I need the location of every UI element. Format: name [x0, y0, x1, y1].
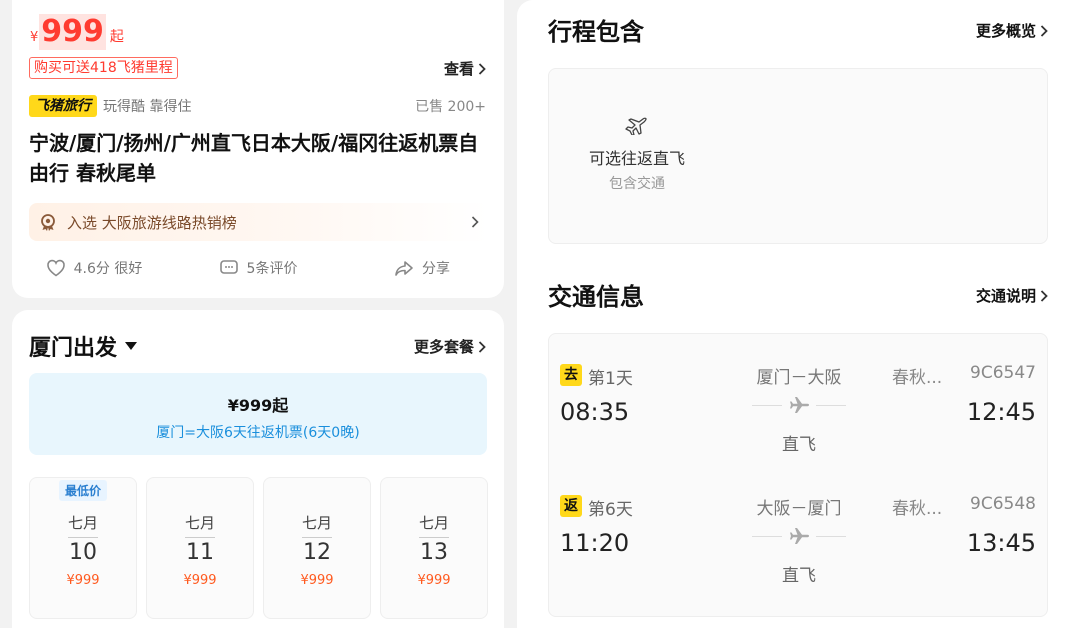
sold-count: 已售 200+ — [415, 99, 486, 115]
date-option[interactable]: 最低价 七月 10 ¥999 — [29, 477, 137, 619]
selected-package[interactable]: ¥999起 厦门=大阪6天往返机票(6天0晚) — [29, 373, 487, 455]
chevron-right-icon — [478, 340, 486, 353]
airline-name: 春秋... — [892, 368, 943, 388]
segment-badge: 去 — [560, 364, 582, 386]
segment-day: 第1天 — [588, 369, 633, 389]
flight-type: 直飞 — [782, 566, 816, 586]
flight-type: 直飞 — [782, 435, 816, 455]
reviews-label: 5条评价 — [246, 261, 298, 277]
view-link[interactable]: 查看 — [444, 58, 486, 79]
brand-slogan: 玩得酷 靠得住 — [103, 99, 192, 115]
includes-item[interactable]: 可选往返直飞 包含交通 — [577, 115, 697, 193]
flight-route: 厦门－大阪 — [756, 368, 842, 388]
brand-row: 飞猪旅行 玩得酷 靠得住 已售 200+ — [29, 95, 486, 117]
more-packages-label: 更多套餐 — [413, 338, 474, 356]
price-amount: 999 — [39, 14, 106, 50]
itinerary-title: 行程包含 — [548, 18, 644, 46]
mileage-promo-tag: 购买可送418飞猪里程 — [29, 57, 178, 79]
segment-day: 第6天 — [588, 500, 633, 520]
date-month: 七月 — [184, 514, 215, 532]
includes-item-subtitle: 包含交通 — [609, 176, 665, 192]
plane-icon — [788, 396, 810, 414]
transport-info-link[interactable]: 交通说明 — [976, 285, 1048, 306]
brand-logo: 飞猪旅行 — [29, 95, 97, 117]
details-panel: 行程包含 更多概览 可选往返直飞 包含交通 交通信息 交通说明 去 第1天 08… — [517, 0, 1080, 628]
date-month: 七月 — [418, 514, 449, 532]
date-price: ¥999 — [66, 573, 100, 588]
product-title: 宁波/厦门/扬州/广州直飞日本大阪/福冈往返机票自由行 春秋尾单 — [29, 131, 479, 185]
price-unit: 起 — [109, 29, 124, 45]
reviews-button[interactable]: 5条评价 — [176, 258, 340, 278]
selected-package-desc: 厦门=大阪6天往返机票(6天0晚) — [156, 425, 360, 441]
date-picker: 最低价 七月 10 ¥999 七月 11 ¥999 七月 12 ¥999 七月 … — [29, 477, 488, 619]
chevron-right-icon — [1040, 24, 1048, 37]
price-currency: ¥ — [30, 30, 39, 45]
ranking-banner[interactable]: 入选 大阪旅游线路热销榜 — [29, 203, 489, 241]
departure-city-dropdown[interactable]: 厦门出发 — [29, 330, 138, 362]
date-day: 10 — [69, 540, 97, 565]
departure-time: 11:20 — [560, 529, 630, 557]
date-month: 七月 — [301, 514, 332, 532]
itinerary-includes: 可选往返直飞 包含交通 — [548, 68, 1048, 244]
flight-connector — [752, 396, 846, 414]
chevron-right-icon — [478, 62, 486, 75]
caret-down-icon — [125, 342, 138, 350]
more-overview-label: 更多概览 — [975, 22, 1036, 40]
action-bar: 4.6分 很好 5条评价 分享 — [12, 258, 504, 278]
rating-label: 4.6分 很好 — [73, 261, 143, 277]
flight-connector — [752, 527, 846, 545]
more-packages-link[interactable]: 更多套餐 — [414, 336, 486, 357]
date-month: 七月 — [67, 514, 98, 532]
price-line: ¥ 999 起 — [30, 14, 124, 50]
airline-name: 春秋... — [892, 499, 943, 519]
share-label: 分享 — [422, 261, 450, 277]
departure-city-label: 厦门出发 — [29, 336, 118, 361]
includes-item-title: 可选往返直飞 — [588, 149, 685, 168]
transport-info-label: 交通说明 — [975, 287, 1036, 305]
date-option[interactable]: 七月 13 ¥999 — [380, 477, 488, 619]
plane-icon — [625, 115, 649, 135]
transport-title: 交通信息 — [548, 283, 644, 311]
more-overview-link[interactable]: 更多概览 — [976, 20, 1048, 41]
date-divider — [302, 537, 332, 538]
flight-segment[interactable]: 返 第6天 11:20 大阪－厦门 直飞 春秋... 9C6548 13:45 — [549, 465, 1047, 586]
date-price: ¥999 — [183, 573, 217, 588]
selected-package-price: ¥999起 — [227, 396, 289, 415]
rating-button[interactable]: 4.6分 很好 — [12, 258, 176, 278]
arrival-time: 12:45 — [966, 398, 1036, 426]
medal-icon — [39, 213, 57, 231]
flight-route: 大阪－厦门 — [756, 499, 842, 519]
share-button[interactable]: 分享 — [340, 258, 504, 278]
date-option[interactable]: 七月 12 ¥999 — [263, 477, 371, 619]
date-divider — [68, 537, 98, 538]
departure-time: 08:35 — [560, 398, 630, 426]
segment-badge: 返 — [560, 495, 582, 517]
chevron-right-icon — [471, 216, 479, 228]
date-day: 12 — [303, 540, 331, 565]
package-selector-card: 厦门出发 更多套餐 ¥999起 厦门=大阪6天往返机票(6天0晚) 最低价 七月… — [12, 310, 504, 628]
transport-list: 去 第1天 08:35 厦门－大阪 直飞 春秋... 9C6547 12:45 … — [548, 333, 1048, 617]
share-icon — [394, 259, 414, 277]
flight-number: 9C6548 — [970, 494, 1036, 514]
date-day: 11 — [186, 540, 214, 565]
comment-icon — [219, 259, 239, 277]
date-price: ¥999 — [300, 573, 334, 588]
view-link-label: 查看 — [443, 60, 474, 78]
arrival-time: 13:45 — [966, 529, 1036, 557]
plane-icon — [788, 527, 810, 545]
date-price: ¥999 — [417, 573, 451, 588]
product-summary-card: ¥ 999 起 购买可送418飞猪里程 查看 飞猪旅行 玩得酷 靠得住 已售 2… — [12, 0, 504, 298]
lowest-price-tag: 最低价 — [58, 480, 108, 501]
flight-segment[interactable]: 去 第1天 08:35 厦门－大阪 直飞 春秋... 9C6547 12:45 — [549, 334, 1047, 455]
flight-number: 9C6547 — [970, 363, 1036, 383]
chevron-right-icon — [1040, 289, 1048, 302]
date-day: 13 — [420, 540, 448, 565]
date-divider — [419, 537, 449, 538]
ranking-text: 入选 大阪旅游线路热销榜 — [67, 213, 237, 232]
heart-icon — [46, 259, 66, 277]
date-option[interactable]: 七月 11 ¥999 — [146, 477, 254, 619]
date-divider — [185, 537, 215, 538]
